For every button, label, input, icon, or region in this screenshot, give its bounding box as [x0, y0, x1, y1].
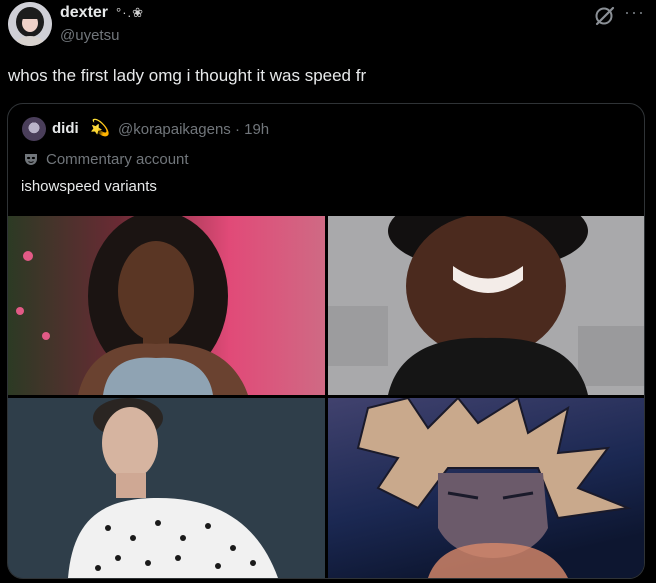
- media-image-1[interactable]: [8, 216, 325, 395]
- tweet: dexter °·.❀ @uyetsu ··· whos the first l…: [0, 0, 656, 583]
- author-avatar[interactable]: [8, 2, 52, 46]
- media-image-3[interactable]: [8, 398, 325, 578]
- quoted-tweet-card[interactable]: didi 💫 @korapaikagens · 19h Commentary a…: [7, 103, 645, 579]
- media-image-2[interactable]: [328, 216, 644, 395]
- grok-icon[interactable]: [593, 4, 617, 28]
- author-display-name[interactable]: dexter: [60, 4, 108, 22]
- author-name-decoration: °·.❀: [116, 5, 145, 20]
- quoted-account-label: Commentary account: [46, 151, 189, 168]
- media-grid: [8, 216, 644, 578]
- tweet-text: whos the first lady omg i thought it was…: [8, 66, 367, 85]
- quoted-text: ishowspeed variants: [21, 178, 157, 195]
- more-icon[interactable]: ···: [624, 2, 645, 23]
- quoted-display-name[interactable]: didi: [52, 120, 79, 137]
- author-handle[interactable]: @uyetsu: [60, 27, 119, 44]
- quoted-author-avatar[interactable]: [22, 117, 46, 141]
- quoted-name-emoji: 💫: [90, 120, 110, 137]
- quoted-handle-time[interactable]: @korapaikagens · 19h: [118, 121, 269, 138]
- media-image-4[interactable]: [328, 398, 644, 578]
- mask-icon: [24, 152, 38, 166]
